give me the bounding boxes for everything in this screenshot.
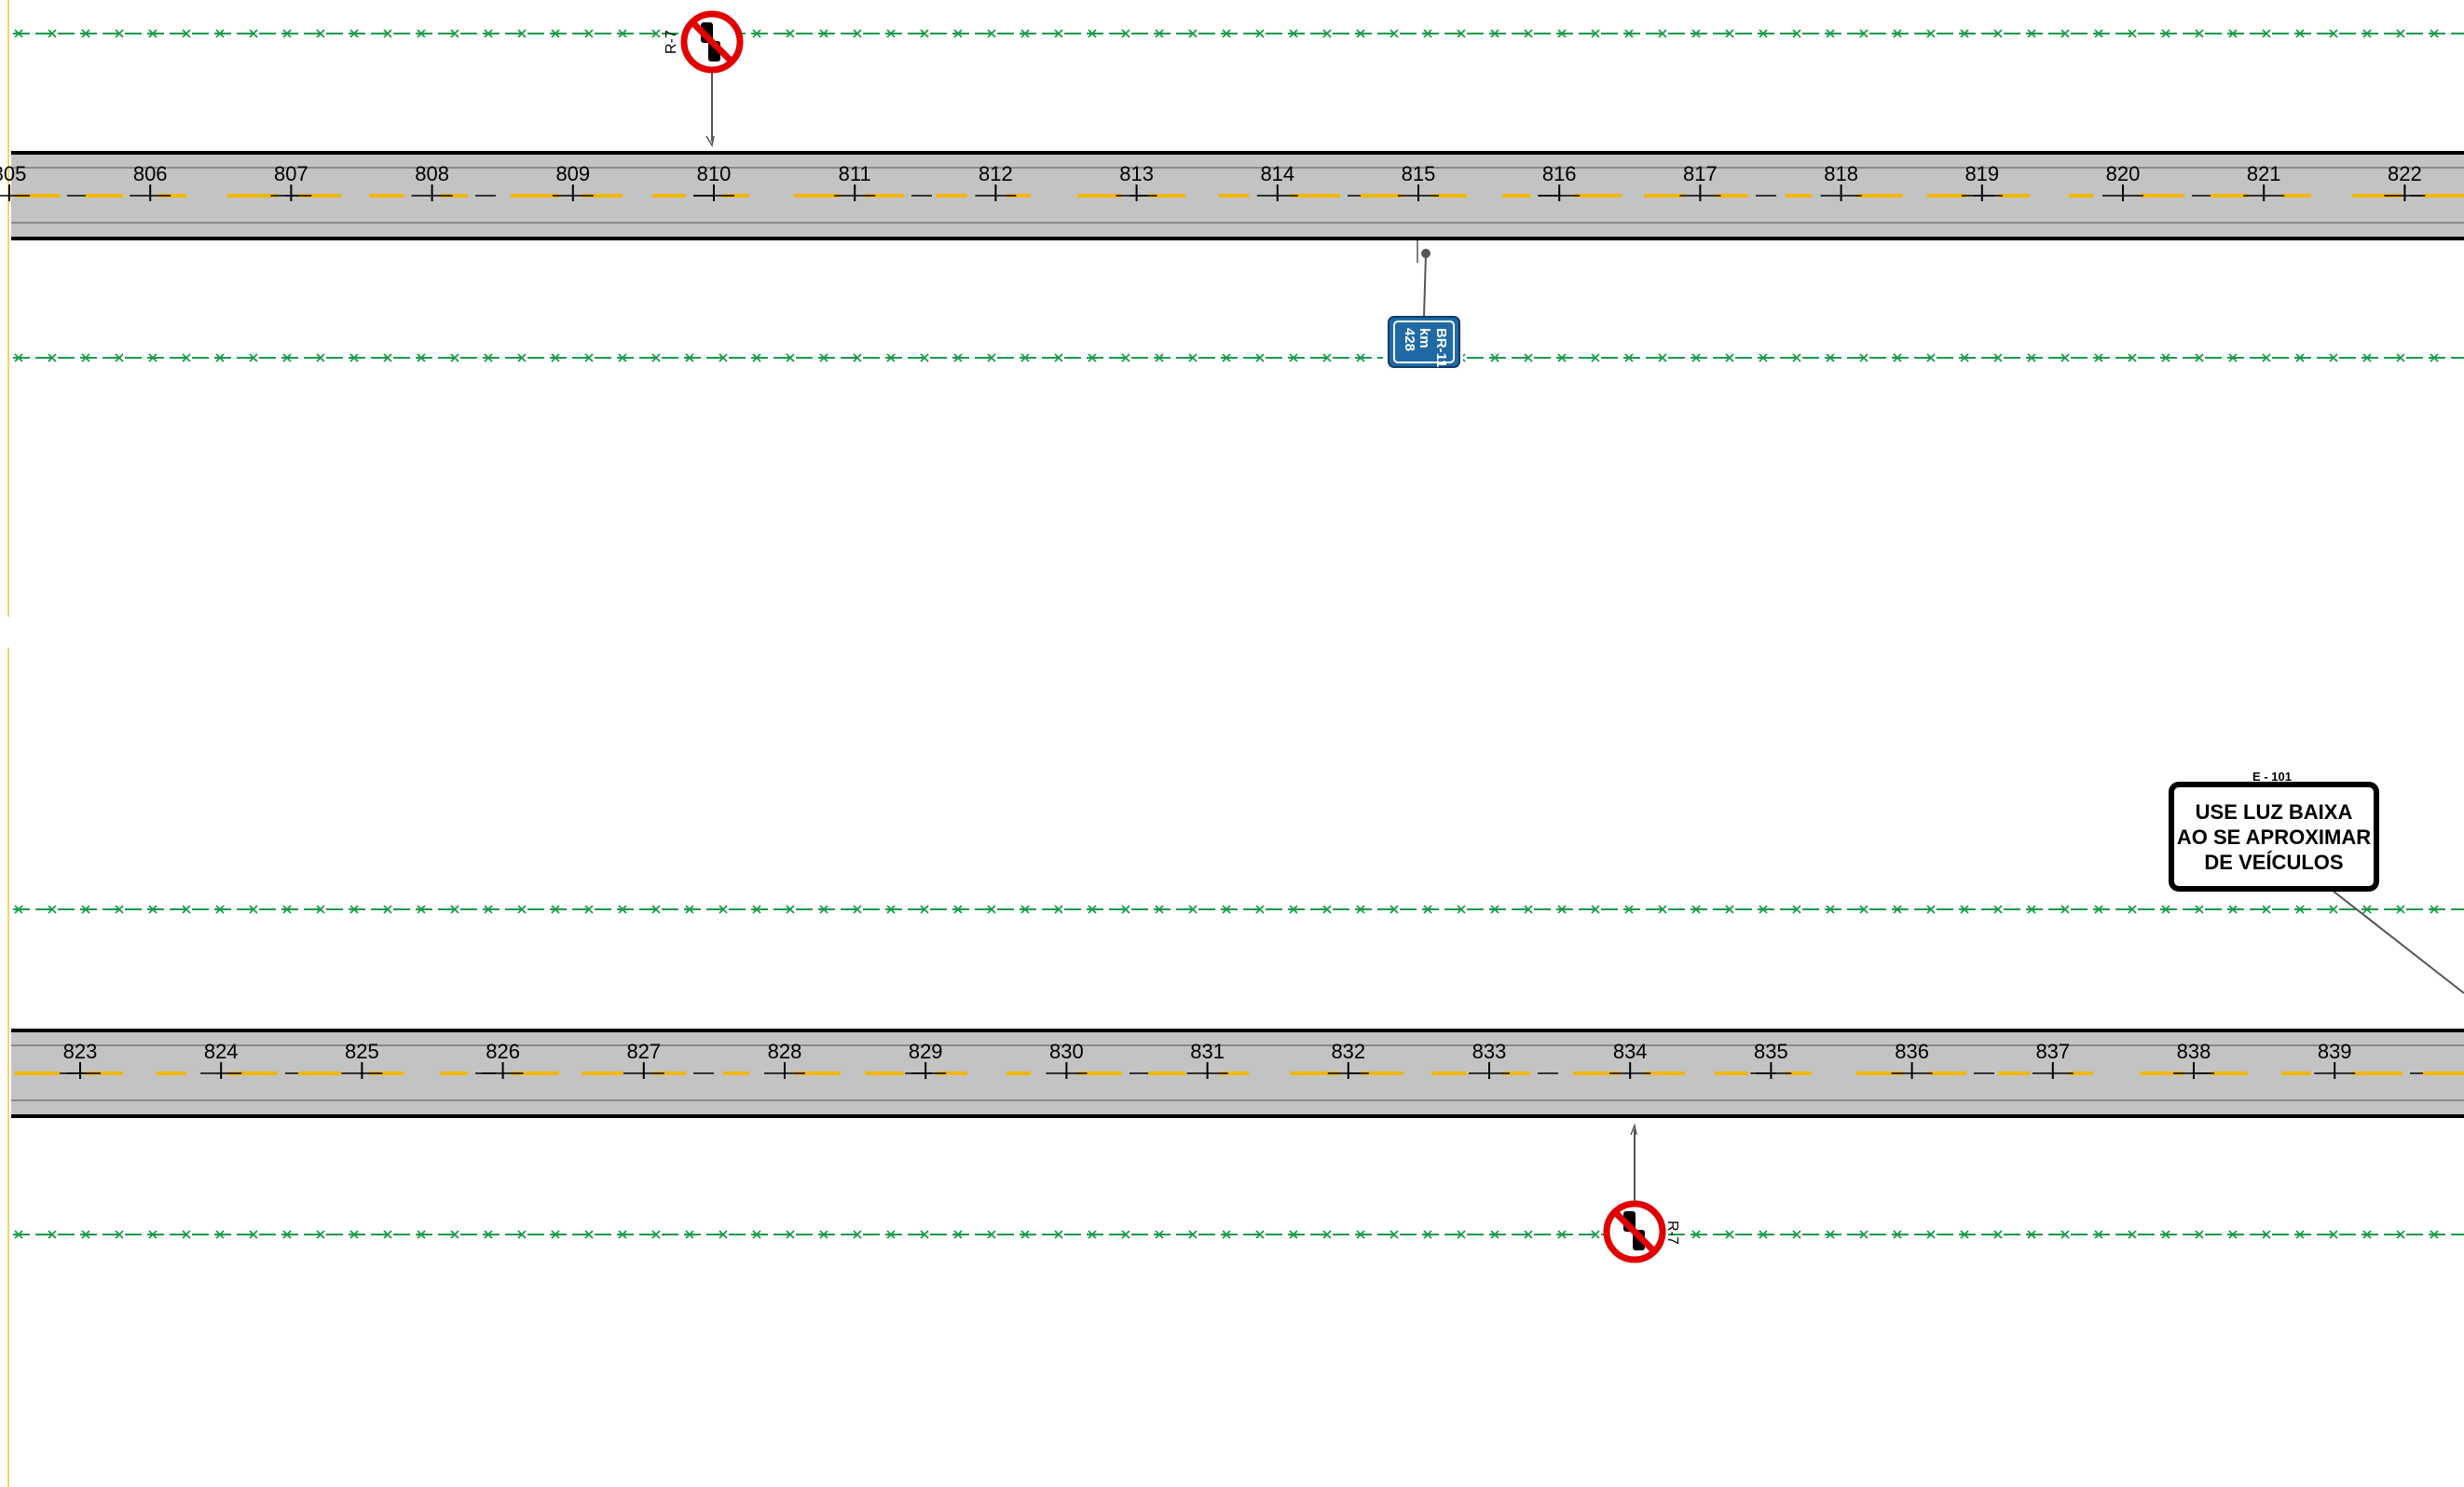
km-marker-label: 812 [979,162,1013,185]
e101-line-1: USE LUZ BAIXA [2196,800,2353,824]
km-marker-837: 837 [2032,1040,2074,1079]
km-marker-label: 815 [1402,162,1436,185]
km-marker-label: 838 [2177,1040,2211,1063]
km-marker-label: 820 [2106,162,2141,185]
km-marker-label: 819 [1964,162,1999,185]
km-marker-812: 812 [975,162,1017,201]
km-marker-827: 827 [623,1040,664,1079]
km-marker-label: 832 [1331,1040,1365,1063]
km-marker-807: 807 [270,162,312,201]
km-marker-814: 814 [1256,162,1298,201]
km-marker-818: 818 [1820,162,1862,201]
km-marker-label: 811 [839,162,871,185]
km-sign-km: km [1417,328,1432,348]
road-strip-1: 805 806 807 808 809 810 811 812 813 814 815 816 817 8… [0,151,2464,240]
km-marker-label: 818 [1824,162,1858,185]
km-marker-label: 808 [415,162,449,185]
km-marker-839: 839 [2314,1040,2356,1079]
km-marker-811: 811 [834,162,876,201]
km-marker-label: 816 [1542,162,1577,185]
fence-line [13,29,2464,38]
km-marker-815: 815 [1398,162,1439,201]
km-marker-label: 805 [0,162,26,185]
km-marker-823: 823 [60,1040,101,1079]
km-marker-label: 836 [1895,1040,1929,1063]
km-marker-816: 816 [1539,162,1581,201]
km-marker-808: 808 [411,162,453,201]
km-marker-825: 825 [341,1040,383,1079]
km-marker-832: 832 [1327,1040,1369,1079]
km-marker-805: 805 [0,162,30,201]
km-marker-label: 830 [1049,1040,1084,1063]
km-marker-label: 823 [63,1040,98,1063]
km-marker-label: 813 [1119,162,1154,185]
km-marker-label: 807 [274,162,308,185]
km-marker-834: 834 [1609,1040,1651,1079]
km-marker-label: 809 [555,162,590,185]
r7-code-label: R-7 [1664,1221,1680,1245]
fence-line [13,353,2464,362]
km-marker-label: 827 [626,1040,661,1063]
km-marker-833: 833 [1469,1040,1510,1079]
e101-line-2: AO SE APROXIMAR [2177,825,2371,849]
km-marker-831: 831 [1186,1040,1228,1079]
fence-line [13,905,2464,914]
km-sign-road: BR-116 [1433,328,1449,375]
km-marker-835: 835 [1750,1040,1792,1079]
km-marker-809: 809 [552,162,594,201]
km-sign-number: 428 [1402,328,1417,351]
km-marker-label: 839 [2318,1040,2352,1063]
e101-sign[interactable]: E - 101 USE LUZ BAIXA AO SE APROXIMAR DE… [2169,770,2464,994]
km-marker-819: 819 [1961,162,2003,201]
km-marker-810: 810 [693,162,734,201]
km-marker-label: 828 [768,1040,802,1063]
no-overtaking-icon [1603,1200,1666,1263]
km-marker-label: 837 [2035,1040,2070,1063]
km-marker-836: 836 [1891,1040,1933,1079]
km-marker-label: 829 [909,1040,943,1063]
e101-code-label: E - 101 [2252,770,2292,784]
km-marker-830: 830 [1046,1040,1088,1079]
km-marker-label: 822 [2388,162,2422,185]
km-marker-806: 806 [130,162,171,201]
km-marker-820: 820 [2102,162,2143,201]
km-marker-838: 838 [2173,1040,2214,1079]
km-marker-label: 806 [133,162,168,185]
no-overtaking-icon [680,10,744,74]
e101-line-3: DE VEÍCULOS [2204,851,2343,874]
km-marker-829: 829 [905,1040,947,1079]
km-marker-label: 810 [697,162,732,185]
km-marker-label: 824 [204,1040,239,1063]
road-plan-canvas: 805 806 807 808 809 810 811 812 813 814 815 816 817 8… [0,0,2464,1487]
km-marker-826: 826 [482,1040,524,1079]
km-sign[interactable]: BR-116 km 428 [1388,240,1460,375]
km-marker-824: 824 [200,1040,242,1079]
km-marker-817: 817 [1679,162,1721,201]
km-marker-label: 831 [1190,1040,1225,1063]
km-marker-label: 826 [486,1040,520,1063]
r7-sign-bottom[interactable]: R-7 [1603,1123,1680,1263]
road-strip-2: 823 824 825 826 827 828 829 830 831 832 833 834 835 8… [11,1029,2464,1118]
km-marker-label: 814 [1260,162,1294,185]
km-marker-821: 821 [2243,162,2285,201]
km-marker-label: 817 [1683,162,1718,185]
km-marker-label: 833 [1472,1040,1507,1063]
fence-line [13,1230,2464,1239]
km-marker-label: 825 [345,1040,379,1063]
km-marker-label: 834 [1613,1040,1648,1063]
km-marker-label: 835 [1754,1040,1788,1063]
r7-code-label: R-7 [664,30,679,54]
km-marker-label: 821 [2247,162,2281,185]
km-marker-813: 813 [1116,162,1157,201]
km-marker-822: 822 [2384,162,2426,201]
km-marker-828: 828 [764,1040,805,1079]
r7-sign-top[interactable]: R-7 [664,10,744,148]
